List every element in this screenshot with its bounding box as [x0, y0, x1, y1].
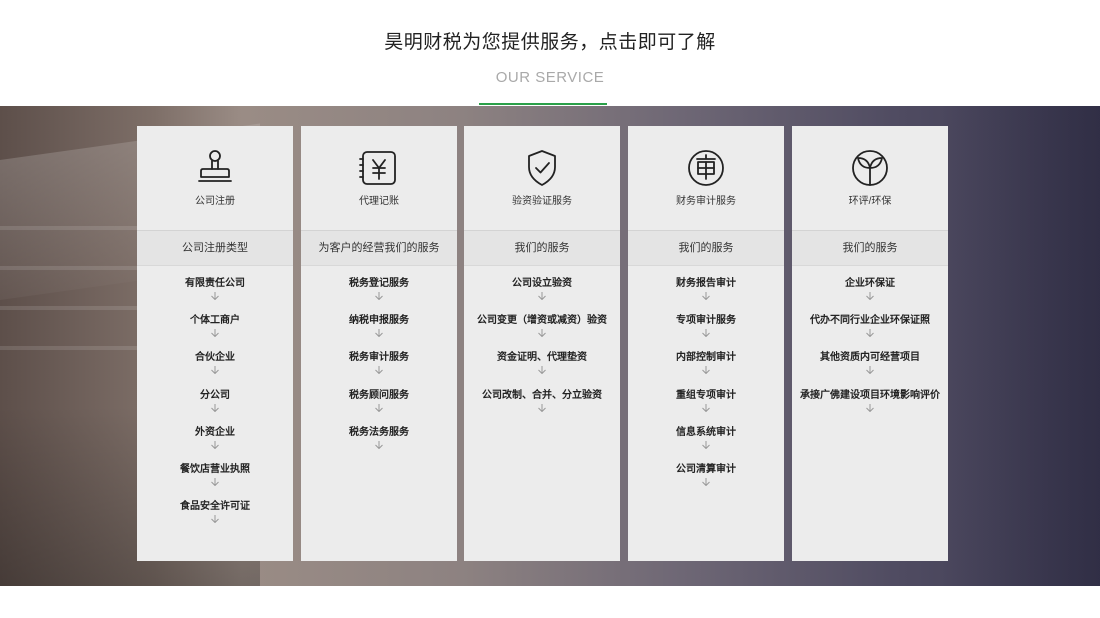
arrow-down-icon	[374, 403, 384, 412]
list-item[interactable]: 餐饮店营业执照	[137, 463, 293, 500]
service-card-company-registration[interactable]: 公司注册 公司注册类型 有限责任公司 个体工商户 合伙企业 分公司 外资企业 餐…	[137, 126, 293, 561]
arrow-down-icon	[701, 292, 711, 300]
arrow-down-icon	[701, 403, 711, 412]
list-item[interactable]: 食品安全许可证	[137, 500, 293, 537]
list-item[interactable]: 其他资质内可经营项目	[792, 351, 948, 388]
list-item[interactable]: 个体工商户	[137, 314, 293, 351]
list-item[interactable]: 企业环保证	[792, 277, 948, 314]
arrow-down-icon	[701, 329, 711, 338]
arrow-down-icon	[537, 292, 547, 300]
service-card-capital-verification[interactable]: 验资验证服务 我们的服务 公司设立验资 公司变更（增资或减资）验资 资金证明、代…	[464, 126, 620, 561]
arrow-down-icon	[701, 440, 711, 449]
list-item[interactable]: 财务报告审计	[628, 277, 784, 314]
title-underline	[479, 103, 607, 105]
list-item[interactable]: 重组专项审计	[628, 389, 784, 426]
card-heading: 我们的服务	[792, 231, 948, 266]
list-item[interactable]: 税务法务服务	[301, 426, 457, 463]
card-heading: 我们的服务	[628, 231, 784, 266]
card-name: 代理记账	[359, 196, 399, 207]
card-name: 环评/环保	[848, 196, 892, 207]
stamp-icon	[195, 148, 235, 188]
list-item[interactable]: 分公司	[137, 389, 293, 426]
list-item[interactable]: 税务顾问服务	[301, 389, 457, 426]
arrow-down-icon	[210, 515, 220, 524]
arrow-down-icon	[537, 403, 547, 412]
arrow-down-icon	[537, 366, 547, 375]
arrow-down-icon	[210, 329, 220, 338]
arrow-down-icon	[210, 440, 220, 449]
service-card-bookkeeping[interactable]: 代理记账 为客户的经营我们的服务 税务登记服务 纳税申报服务 税务审计服务 税务…	[301, 126, 457, 561]
service-card-financial-audit[interactable]: 财务审计服务 我们的服务 财务报告审计 专项审计服务 内部控制审计 重组专项审计…	[628, 126, 784, 561]
section-header: 昊明财税为您提供服务，点击即可了解 OUR SERVICE	[0, 0, 1100, 106]
list-item[interactable]: 税务审计服务	[301, 351, 457, 388]
list-item[interactable]: 有限责任公司	[137, 277, 293, 314]
arrow-down-icon	[865, 292, 875, 300]
list-item[interactable]: 承接广佛建设项目环境影响评价	[792, 389, 948, 426]
arrow-down-icon	[701, 366, 711, 375]
arrow-down-icon	[374, 329, 384, 338]
list-item[interactable]: 公司清算审计	[628, 463, 784, 500]
arrow-down-icon	[537, 329, 547, 338]
list-item[interactable]: 外资企业	[137, 426, 293, 463]
arrow-down-icon	[210, 366, 220, 375]
card-name: 公司注册	[195, 196, 235, 207]
section-subtitle: OUR SERVICE	[495, 69, 605, 86]
sprout-icon	[850, 148, 890, 188]
list-item[interactable]: 税务登记服务	[301, 277, 457, 314]
list-item[interactable]: 公司改制、合并、分立验资	[464, 389, 620, 426]
arrow-down-icon	[374, 440, 384, 449]
arrow-down-icon	[210, 292, 220, 300]
arrow-down-icon	[865, 329, 875, 338]
list-item[interactable]: 资金证明、代理垫资	[464, 351, 620, 388]
card-name: 验资验证服务	[512, 196, 572, 207]
arrow-down-icon	[210, 403, 220, 412]
arrow-down-icon	[865, 403, 875, 412]
card-heading: 为客户的经营我们的服务	[301, 231, 457, 266]
shield-check-icon	[522, 148, 562, 188]
ledger-yuan-icon	[359, 148, 399, 188]
list-item[interactable]: 公司设立验资	[464, 277, 620, 314]
arrow-down-icon	[210, 477, 220, 486]
arrow-down-icon	[701, 477, 711, 486]
list-item[interactable]: 代办不同行业企业环保证照	[792, 314, 948, 351]
list-item[interactable]: 内部控制审计	[628, 351, 784, 388]
list-item[interactable]: 信息系统审计	[628, 426, 784, 463]
audit-seal-icon	[686, 148, 726, 188]
card-heading: 公司注册类型	[137, 231, 293, 266]
section-title: 昊明财税为您提供服务，点击即可了解	[384, 32, 716, 53]
list-item[interactable]: 公司变更（增资或减资）验资	[464, 314, 620, 351]
arrow-down-icon	[865, 366, 875, 375]
list-item[interactable]: 纳税申报服务	[301, 314, 457, 351]
arrow-down-icon	[374, 366, 384, 375]
list-item[interactable]: 合伙企业	[137, 351, 293, 388]
service-card-environmental[interactable]: 环评/环保 我们的服务 企业环保证 代办不同行业企业环保证照 其他资质内可经营项…	[792, 126, 948, 561]
list-item[interactable]: 专项审计服务	[628, 314, 784, 351]
card-name: 财务审计服务	[676, 196, 736, 207]
card-heading: 我们的服务	[464, 231, 620, 266]
arrow-down-icon	[374, 292, 384, 300]
